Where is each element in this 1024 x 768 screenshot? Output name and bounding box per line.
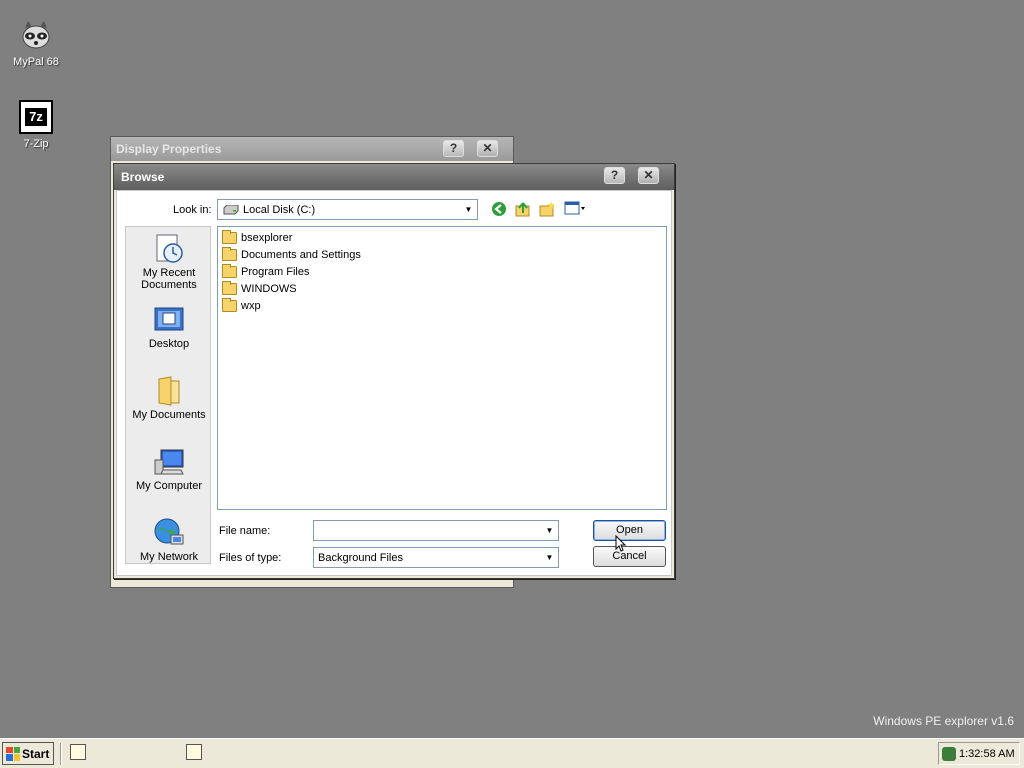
chevron-down-icon[interactable]: ▼ — [541, 548, 558, 567]
look-in-dropdown[interactable]: Local Disk (C:) ▼ — [217, 199, 478, 220]
system-tray: 1:32:58 AM — [938, 742, 1020, 765]
view-menu-icon — [564, 201, 585, 215]
up-folder-button[interactable] — [513, 201, 533, 219]
place-label: My Documents — [132, 409, 206, 421]
folder-icon — [222, 281, 237, 295]
window-title: Display Properties — [116, 142, 222, 156]
up-folder-icon — [515, 202, 530, 217]
folder-icon — [222, 298, 237, 312]
help-button[interactable]: ? — [604, 167, 625, 184]
close-button[interactable]: ✕ — [638, 167, 659, 184]
start-label: Start — [22, 746, 50, 761]
place-label: My Network — [139, 551, 199, 563]
recent-documents-icon — [153, 233, 185, 265]
title-bar[interactable]: Browse ? ✕ — [114, 164, 674, 190]
hard-drive-icon — [223, 205, 239, 215]
title-bar[interactable]: Display Properties ? ✕ — [111, 137, 513, 161]
start-button[interactable]: Start — [2, 742, 54, 765]
new-folder-button[interactable] — [537, 201, 557, 219]
back-button[interactable] — [489, 201, 509, 219]
look-in-value: Local Disk (C:) — [243, 204, 316, 216]
my-network-icon — [153, 517, 185, 549]
browse-dialog: Browse ? ✕ Look in: Local Disk (C:) ▼ My… — [113, 163, 675, 579]
place-my-documents[interactable]: My Documents — [126, 375, 212, 421]
place-my-computer[interactable]: My Computer — [126, 446, 212, 492]
taskbar-separator — [60, 743, 62, 765]
help-button[interactable]: ? — [443, 140, 464, 157]
close-button[interactable]: ✕ — [477, 140, 498, 157]
network-tray-icon[interactable] — [942, 746, 956, 761]
place-my-network[interactable]: My Network — [126, 517, 212, 563]
taskbar: Start 1:32:58 AM — [0, 738, 1024, 768]
file-name-field[interactable]: ▼ — [313, 520, 559, 541]
files-of-type-dropdown[interactable]: Background Files ▼ — [313, 547, 559, 568]
open-button[interactable]: Open — [593, 520, 666, 541]
back-arrow-icon — [492, 202, 506, 216]
folder-icon — [222, 264, 237, 278]
look-in-label: Look in: — [173, 204, 212, 216]
dialog-title: Browse — [121, 170, 165, 184]
file-list[interactable]: bsexplorer Documents and Settings Progra… — [217, 226, 667, 510]
raccoon-icon — [19, 18, 53, 52]
folder-icon — [222, 247, 237, 261]
windows-logo-icon — [6, 746, 20, 761]
folder-icon — [222, 230, 237, 244]
files-of-type-value: Background Files — [318, 552, 403, 564]
list-item[interactable]: bsexplorer — [222, 230, 292, 246]
files-of-type-label: Files of type: — [219, 552, 282, 564]
chevron-down-icon[interactable]: ▼ — [541, 521, 558, 540]
my-computer-icon — [153, 446, 185, 478]
file-name-label: File name: — [219, 525, 271, 537]
list-item[interactable]: Program Files — [222, 264, 309, 280]
chevron-down-icon[interactable]: ▼ — [460, 200, 477, 219]
list-item[interactable]: Documents and Settings — [222, 247, 361, 263]
dialog-body: Look in: Local Disk (C:) ▼ My Recent Doc… — [116, 190, 672, 576]
desktop-icon — [153, 304, 185, 336]
list-item[interactable]: wxp — [222, 298, 261, 314]
cancel-button[interactable]: Cancel — [593, 546, 666, 567]
taskbar-button-browse[interactable] — [186, 744, 202, 760]
list-item[interactable]: WINDOWS — [222, 281, 297, 297]
desktop-icon-label: MyPal 68 — [13, 56, 59, 68]
place-label: My Computer — [135, 480, 203, 492]
places-bar: My Recent Documents Desktop My Documents… — [125, 226, 211, 564]
desktop-icon-mypal[interactable]: MyPal 68 — [0, 18, 72, 68]
mouse-cursor-icon — [615, 535, 627, 552]
my-documents-icon — [153, 375, 185, 407]
watermark-text: Windows PE explorer v1.6 — [873, 714, 1014, 728]
7zip-icon: 7z — [19, 100, 53, 134]
desktop-icon-7zip[interactable]: 7z 7-Zip — [0, 100, 72, 150]
place-my-recent-documents[interactable]: My Recent Documents — [126, 233, 212, 291]
view-menu-button[interactable] — [563, 201, 587, 219]
place-label: Desktop — [148, 338, 190, 350]
place-desktop[interactable]: Desktop — [126, 304, 212, 350]
new-folder-icon — [539, 201, 555, 217]
place-label: My Recent Documents — [141, 267, 197, 291]
clock: 1:32:58 AM — [959, 747, 1015, 760]
desktop-icon-label: 7-Zip — [23, 138, 49, 150]
taskbar-button-display-properties[interactable] — [70, 744, 86, 760]
